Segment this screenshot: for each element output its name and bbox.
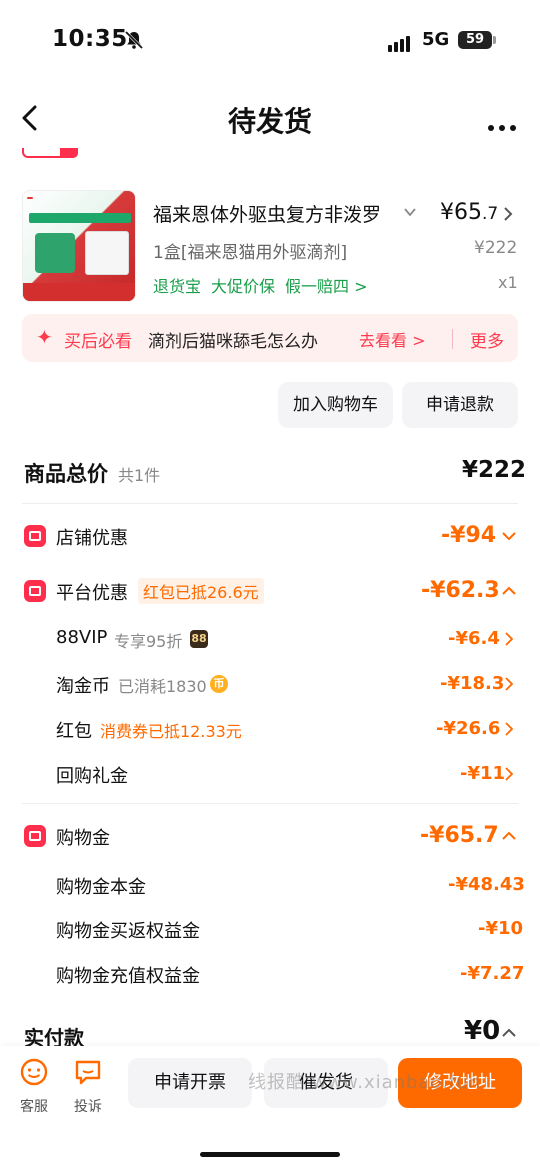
taojinbi-label: 淘金币 (56, 676, 110, 697)
service-face-icon (20, 1058, 48, 1086)
chevron-right-icon[interactable] (504, 767, 514, 781)
product-original-price: ¥222 (474, 238, 518, 258)
cashback-rights-value: -¥10 (478, 918, 524, 939)
shopping-bag-icon (24, 825, 46, 847)
total-count: 共1件 (118, 466, 161, 485)
store-discount-value[interactable]: -¥94 (441, 523, 496, 548)
red-packet-tag: 红包已抵26.6元 (138, 578, 264, 604)
service-button[interactable]: 客服 (14, 1058, 54, 1116)
paid-value[interactable]: ¥0 (464, 1016, 500, 1046)
taojinbi-value[interactable]: -¥18.3 (440, 673, 504, 694)
watermark: 线报酷 www.xianbao.fun (248, 1072, 482, 1093)
platform-discount-value[interactable]: -¥62.3 (421, 578, 500, 603)
chevron-down-icon[interactable] (502, 531, 516, 541)
chevron-right-icon[interactable] (504, 632, 514, 646)
divider (22, 503, 518, 504)
complain-chat-icon (75, 1060, 101, 1085)
status-time: 10:35 (52, 26, 128, 52)
home-indicator[interactable] (200, 1152, 340, 1157)
chevron-up-icon[interactable] (502, 831, 516, 841)
tip-label: 买后必看 (64, 332, 132, 352)
tip-more-link[interactable]: 更多 (470, 327, 504, 352)
tag-price-protect: 大促价保 (211, 277, 276, 296)
taojinbi-note: 已消耗1830 (118, 677, 207, 696)
complain-label: 投诉 (74, 1099, 102, 1115)
chevron-right-icon[interactable] (504, 722, 514, 736)
total-label: 商品总价 (24, 462, 108, 486)
shopping-money-value[interactable]: -¥65.7 (420, 823, 499, 848)
platform-icon (24, 580, 46, 602)
product-price: ¥65.7 (440, 200, 498, 225)
divider (22, 803, 518, 804)
hongbao-note: 消费券已抵12.33元 (100, 722, 242, 741)
store-icon (24, 525, 46, 547)
tag-return: 退货宝 (153, 277, 202, 296)
chevron-up-icon[interactable] (502, 1028, 516, 1038)
product-service-tags[interactable]: 退货宝 大促价保 假一赔四 > (153, 273, 378, 297)
vip-value[interactable]: -¥6.4 (448, 628, 500, 649)
service-label: 客服 (20, 1099, 48, 1115)
network-type: 5G (422, 29, 450, 50)
bell-muted-icon (124, 30, 144, 50)
coin-icon: 币 (210, 675, 228, 693)
product-thumbnail[interactable] (22, 190, 136, 302)
hongbao-label: 红包 (56, 721, 92, 742)
vip-88-badge: 88 (190, 630, 208, 648)
tip-go-link[interactable]: 去看看 > (359, 327, 426, 351)
product-price-dec: .7 (482, 204, 499, 224)
battery-tip (493, 36, 496, 44)
chevron-up-icon[interactable] (502, 586, 516, 596)
chevron-right-icon[interactable] (502, 206, 514, 222)
hongbao-value[interactable]: -¥26.6 (436, 718, 500, 739)
chevron-right-icon[interactable] (504, 677, 514, 691)
recharge-rights-label: 购物金充值权益金 (56, 966, 200, 987)
product-title[interactable]: 福来恩体外驱虫复方非泼罗 (153, 200, 396, 227)
principal-label: 购物金本金 (56, 877, 146, 898)
more-icon[interactable] (488, 116, 521, 135)
repurchase-value[interactable]: -¥11 (460, 763, 505, 784)
sparkle-icon: ✦ (36, 325, 53, 349)
total-value: ¥222 (462, 457, 527, 483)
cashback-rights-label: 购物金买返权益金 (56, 921, 200, 942)
repurchase-label: 回购礼金 (56, 766, 128, 787)
tag-guarantee: 假一赔四 > (285, 277, 368, 296)
tip-text[interactable]: 滴剂后猫咪舔毛怎么办 (148, 327, 333, 352)
store-tag-partial-fill (60, 148, 78, 158)
recharge-rights-value: -¥7.27 (460, 963, 525, 984)
page-title: 待发货 (227, 105, 312, 138)
vip-label: 88VIP (56, 627, 108, 648)
product-quantity: x1 (498, 273, 518, 292)
store-discount-label: 店铺优惠 (56, 528, 128, 549)
complain-button[interactable]: 投诉 (68, 1058, 108, 1116)
chevron-down-icon[interactable] (403, 205, 417, 219)
refund-button[interactable]: 申请退款 (402, 382, 518, 428)
battery-icon: 59 (458, 31, 492, 49)
vip-note: 专享95折 (114, 632, 183, 651)
platform-discount-label: 平台优惠 (56, 583, 128, 604)
signal-icon (388, 33, 412, 52)
divider (452, 329, 453, 349)
product-price-int: ¥65 (440, 200, 482, 225)
product-spec: 1盒[福来恩猫用外驱滴剂] (153, 243, 348, 263)
shopping-money-label: 购物金 (56, 828, 110, 849)
principal-value: -¥48.43 (448, 874, 525, 895)
add-to-cart-button[interactable]: 加入购物车 (278, 382, 393, 428)
invoice-button[interactable]: 申请开票 (128, 1058, 252, 1108)
